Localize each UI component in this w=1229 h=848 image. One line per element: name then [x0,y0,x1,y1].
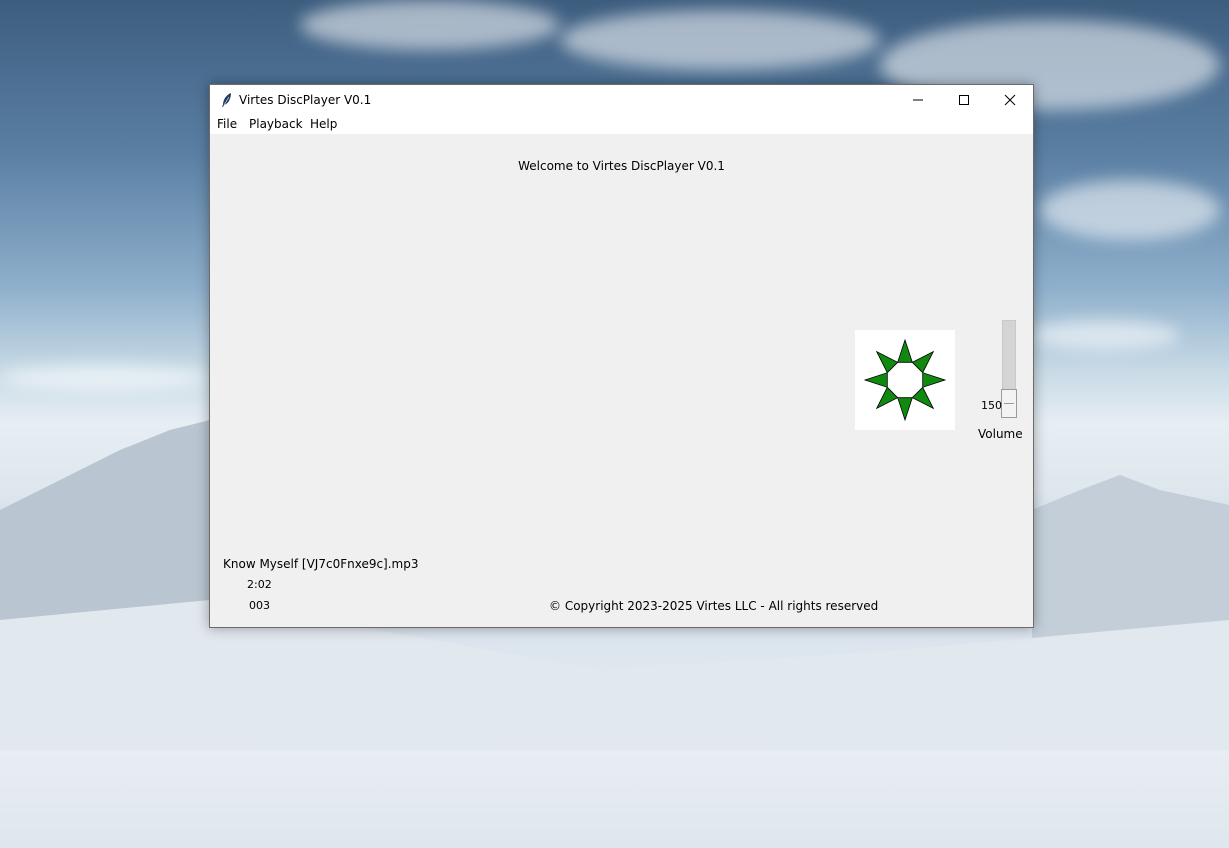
feather-icon [222,93,231,107]
app-window: Virtes DiscPlayer V0.1 File Playback Hel… [209,84,1034,628]
menu-help[interactable]: Help [310,117,337,131]
copyright-text: © Copyright 2023-2025 Virtes LLC - All r… [549,599,879,613]
spinning-disc-star-icon [863,338,947,422]
volume-label: Volume [978,427,1023,441]
close-icon [1004,94,1016,106]
volume-value: 150 [981,399,1002,412]
minimize-icon [913,99,923,101]
close-button[interactable] [987,85,1033,115]
window-title: Virtes DiscPlayer V0.1 [239,93,372,107]
volume-slider-thumb[interactable] [1001,389,1017,418]
welcome-text: Welcome to Virtes DiscPlayer V0.1 [518,159,725,173]
minimize-button[interactable] [895,85,941,115]
disc-panel [855,330,955,430]
track-number: 003 [249,599,270,612]
menu-bar: File Playback Help [210,115,1033,134]
track-name: Know Myself [VJ7c0Fnxe9c].mp3 [223,557,419,571]
menu-file[interactable]: File [217,117,237,131]
menu-playback[interactable]: Playback [249,117,303,131]
maximize-button[interactable] [941,85,987,115]
title-bar[interactable]: Virtes DiscPlayer V0.1 [210,85,1033,115]
track-time: 2:02 [247,578,272,591]
maximize-icon [959,95,969,105]
